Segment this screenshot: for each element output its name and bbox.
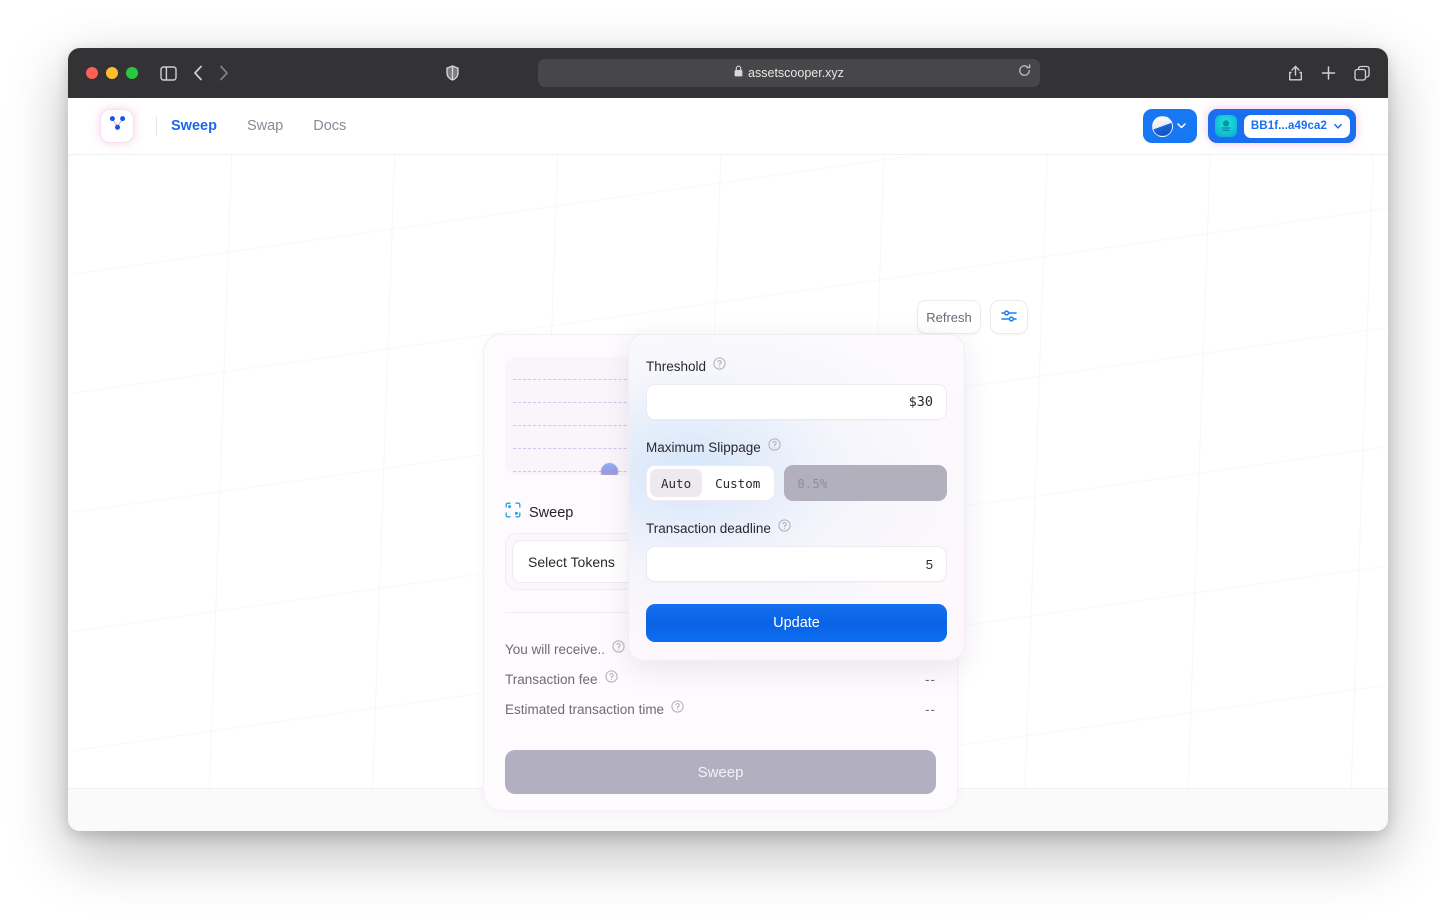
select-tokens-label: Select Tokens bbox=[528, 553, 615, 570]
address-bar[interactable]: assetscooper.xyz bbox=[538, 59, 1040, 87]
main-nav: Sweep Swap Docs bbox=[171, 118, 346, 134]
info-value: -- bbox=[925, 671, 936, 687]
web-page: Sweep Swap Docs BB1f...a49ca2 Refresh Sw… bbox=[68, 98, 1388, 831]
tab-overview-icon[interactable] bbox=[1354, 65, 1370, 81]
app-logo[interactable] bbox=[100, 109, 134, 143]
refresh-button[interactable]: Refresh bbox=[917, 300, 981, 334]
browser-window: assetscooper.xyz Sweep Swap Docs BB1f...… bbox=[68, 48, 1388, 831]
forward-arrow-icon[interactable] bbox=[219, 65, 229, 81]
base-network-icon bbox=[1152, 115, 1174, 137]
help-circle-icon[interactable] bbox=[713, 357, 726, 375]
close-window-button[interactable] bbox=[86, 67, 98, 79]
threshold-label-row: Threshold bbox=[646, 357, 947, 375]
shield-icon[interactable] bbox=[446, 65, 459, 81]
info-value: -- bbox=[925, 701, 936, 717]
settings-button[interactable] bbox=[990, 300, 1028, 334]
help-circle-icon[interactable] bbox=[778, 519, 791, 537]
network-nodes-logo-icon bbox=[107, 113, 128, 139]
main-content: Refresh Sweep Select Tokens You will rec… bbox=[68, 155, 1388, 811]
minimize-window-button[interactable] bbox=[106, 67, 118, 79]
threshold-label: Threshold bbox=[646, 358, 707, 374]
sidebar-toggle-icon[interactable] bbox=[160, 65, 177, 81]
deadline-label-row: Transaction deadline bbox=[646, 519, 947, 537]
network-selector-button[interactable] bbox=[1142, 109, 1197, 143]
slippage-label-row: Maximum Slippage bbox=[646, 438, 947, 456]
info-label: You will receive.. bbox=[505, 641, 606, 657]
nav-item-sweep[interactable]: Sweep bbox=[171, 118, 217, 134]
wallet-address-text: BB1f...a49ca2 bbox=[1250, 120, 1327, 132]
slippage-mode-toggle: Auto Custom bbox=[646, 465, 776, 501]
help-circle-icon[interactable] bbox=[768, 438, 781, 456]
deadline-label: Transaction deadline bbox=[646, 520, 771, 536]
wallet-button[interactable]: BB1f...a49ca2 bbox=[1207, 109, 1356, 143]
update-settings-button[interactable]: Update bbox=[646, 604, 947, 642]
nav-item-swap[interactable]: Swap bbox=[247, 118, 283, 134]
chevron-down-icon bbox=[1333, 119, 1343, 134]
sliders-settings-icon bbox=[1000, 307, 1018, 328]
wallet-avatar-icon bbox=[1214, 115, 1237, 137]
traffic-lights bbox=[86, 67, 138, 79]
slippage-custom-button[interactable]: Custom bbox=[704, 469, 771, 497]
plus-icon[interactable] bbox=[1321, 66, 1336, 81]
slippage-controls: Auto Custom 0.5% bbox=[646, 465, 947, 501]
back-arrow-icon[interactable] bbox=[193, 65, 203, 81]
help-circle-icon[interactable] bbox=[671, 700, 684, 718]
info-label: Transaction fee bbox=[505, 671, 598, 687]
url-text: assetscooper.xyz bbox=[748, 66, 844, 80]
info-row-transaction-fee: Transaction fee -- bbox=[505, 664, 936, 694]
help-circle-icon[interactable] bbox=[612, 640, 625, 658]
card-toolbar: Refresh bbox=[917, 300, 1028, 334]
browser-chrome: assetscooper.xyz bbox=[68, 48, 1388, 98]
maximize-window-button[interactable] bbox=[126, 67, 138, 79]
slippage-auto-button[interactable]: Auto bbox=[650, 469, 703, 497]
header-divider bbox=[156, 116, 157, 136]
site-header: Sweep Swap Docs BB1f...a49ca2 bbox=[68, 98, 1388, 155]
chart-skeleton-dot bbox=[601, 463, 618, 475]
lock-icon bbox=[734, 64, 743, 82]
settings-modal: Threshold $30 Maximum Slippage Auto Cust… bbox=[628, 334, 965, 661]
nav-item-docs[interactable]: Docs bbox=[313, 118, 346, 134]
info-label: Estimated transaction time bbox=[505, 701, 665, 717]
reload-icon[interactable] bbox=[1018, 64, 1031, 82]
slippage-custom-input[interactable]: 0.5% bbox=[784, 465, 947, 501]
wallet-address-pill[interactable]: BB1f...a49ca2 bbox=[1243, 114, 1350, 138]
chevron-down-icon bbox=[1176, 119, 1187, 134]
help-circle-icon[interactable] bbox=[604, 670, 618, 688]
sweep-submit-button[interactable]: Sweep bbox=[505, 750, 936, 794]
slippage-label: Maximum Slippage bbox=[646, 439, 761, 455]
threshold-value: $30 bbox=[908, 394, 933, 410]
sweep-section-title: Sweep bbox=[529, 504, 574, 521]
scan-frame-icon bbox=[505, 502, 521, 523]
deadline-input[interactable]: 5 bbox=[646, 546, 947, 582]
info-row-estimated-time: Estimated transaction time -- bbox=[505, 694, 936, 724]
share-icon[interactable] bbox=[1288, 65, 1303, 82]
threshold-input[interactable]: $30 bbox=[646, 384, 947, 420]
deadline-value: 5 bbox=[925, 556, 933, 572]
slippage-placeholder: 0.5% bbox=[797, 475, 828, 491]
